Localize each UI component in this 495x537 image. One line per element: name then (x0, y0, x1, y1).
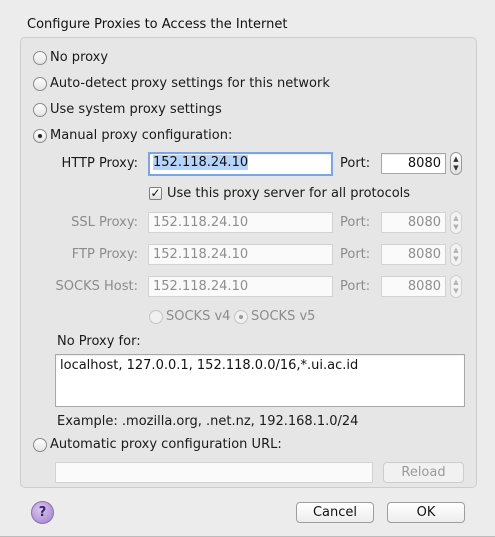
socks-v4-radio[interactable] (149, 309, 163, 324)
ftp-port-stepper-icon[interactable]: ▲ ▼ (450, 243, 462, 266)
help-icon[interactable]: ? (31, 501, 54, 524)
socks-host-input[interactable]: 152.118.24.10 (148, 276, 333, 297)
use-for-all-protocols[interactable]: ✓ Use this proxy server for all protocol… (149, 186, 410, 201)
http-proxy-label: HTTP Proxy: (61, 156, 138, 171)
manual-proxy-radio[interactable] (33, 128, 47, 143)
system-proxy-radio[interactable] (33, 102, 47, 117)
ssl-proxy-label: SSL Proxy: (71, 215, 138, 230)
ftp-port-input[interactable]: 8080 (381, 244, 446, 265)
socks-v4-option[interactable]: SOCKS v4 (149, 309, 230, 324)
auto-proxy-url-radio[interactable] (33, 437, 47, 452)
option-system-proxy[interactable]: Use system proxy settings (33, 102, 222, 117)
ssl-port-label: Port: (340, 215, 371, 230)
socks-port-stepper-icon[interactable]: ▲ ▼ (450, 275, 462, 298)
socks-host-label: SOCKS Host: (55, 279, 138, 294)
no-proxy-for-value: localhost, 127.0.0.1, 152.118.0.0/16,*.u… (60, 358, 359, 373)
ftp-proxy-input[interactable]: 152.118.24.10 (148, 244, 333, 265)
system-proxy-label: Use system proxy settings (50, 102, 222, 117)
socks-port-input[interactable]: 8080 (381, 276, 446, 297)
reload-button[interactable]: Reload (383, 462, 464, 483)
ok-button[interactable]: OK (387, 502, 465, 523)
socks-v5-option[interactable]: SOCKS v5 (234, 309, 315, 324)
dialog-heading: Configure Proxies to Access the Internet (27, 17, 288, 32)
no-proxy-for-label: No Proxy for: (57, 334, 141, 349)
http-proxy-value: 152.118.24.10 (153, 155, 249, 170)
use-for-all-label: Use this proxy server for all protocols (167, 186, 411, 201)
ssl-proxy-input[interactable]: 152.118.24.10 (148, 212, 333, 233)
checkmark-icon[interactable]: ✓ (149, 187, 162, 200)
auto-proxy-url-label: Automatic proxy configuration URL: (50, 437, 282, 452)
cancel-button[interactable]: Cancel (296, 502, 374, 523)
no-proxy-label: No proxy (50, 50, 109, 65)
ssl-port-stepper-icon[interactable]: ▲ ▼ (450, 211, 462, 234)
socks-v5-radio[interactable] (234, 309, 248, 324)
ftp-port-label: Port: (340, 247, 371, 262)
option-auto-detect[interactable]: Auto-detect proxy settings for this netw… (33, 76, 330, 91)
option-auto-proxy-url[interactable]: Automatic proxy configuration URL: (33, 437, 282, 452)
http-port-stepper-icon[interactable]: ▲ ▼ (450, 152, 462, 175)
option-manual-proxy[interactable]: Manual proxy configuration: (33, 128, 232, 143)
auto-detect-label: Auto-detect proxy settings for this netw… (50, 76, 330, 91)
no-proxy-for-textarea[interactable]: localhost, 127.0.0.1, 152.118.0.0/16,*.u… (55, 354, 465, 407)
http-proxy-input[interactable]: 152.118.24.10 (148, 152, 333, 176)
auto-detect-radio[interactable] (33, 76, 47, 91)
no-proxy-example: Example: .mozilla.org, .net.nz, 192.168.… (57, 414, 359, 429)
auto-proxy-url-input[interactable] (55, 462, 373, 483)
socks-port-label: Port: (340, 279, 371, 294)
manual-proxy-label: Manual proxy configuration: (50, 128, 233, 143)
no-proxy-radio[interactable] (33, 50, 47, 65)
option-no-proxy[interactable]: No proxy (33, 50, 108, 65)
http-port-input[interactable]: 8080 (381, 153, 446, 174)
http-port-label: Port: (340, 156, 371, 171)
ftp-proxy-label: FTP Proxy: (71, 247, 138, 262)
ssl-port-input[interactable]: 8080 (381, 212, 446, 233)
socks-v4-label: SOCKS v4 (166, 309, 231, 324)
socks-v5-label: SOCKS v5 (251, 309, 316, 324)
